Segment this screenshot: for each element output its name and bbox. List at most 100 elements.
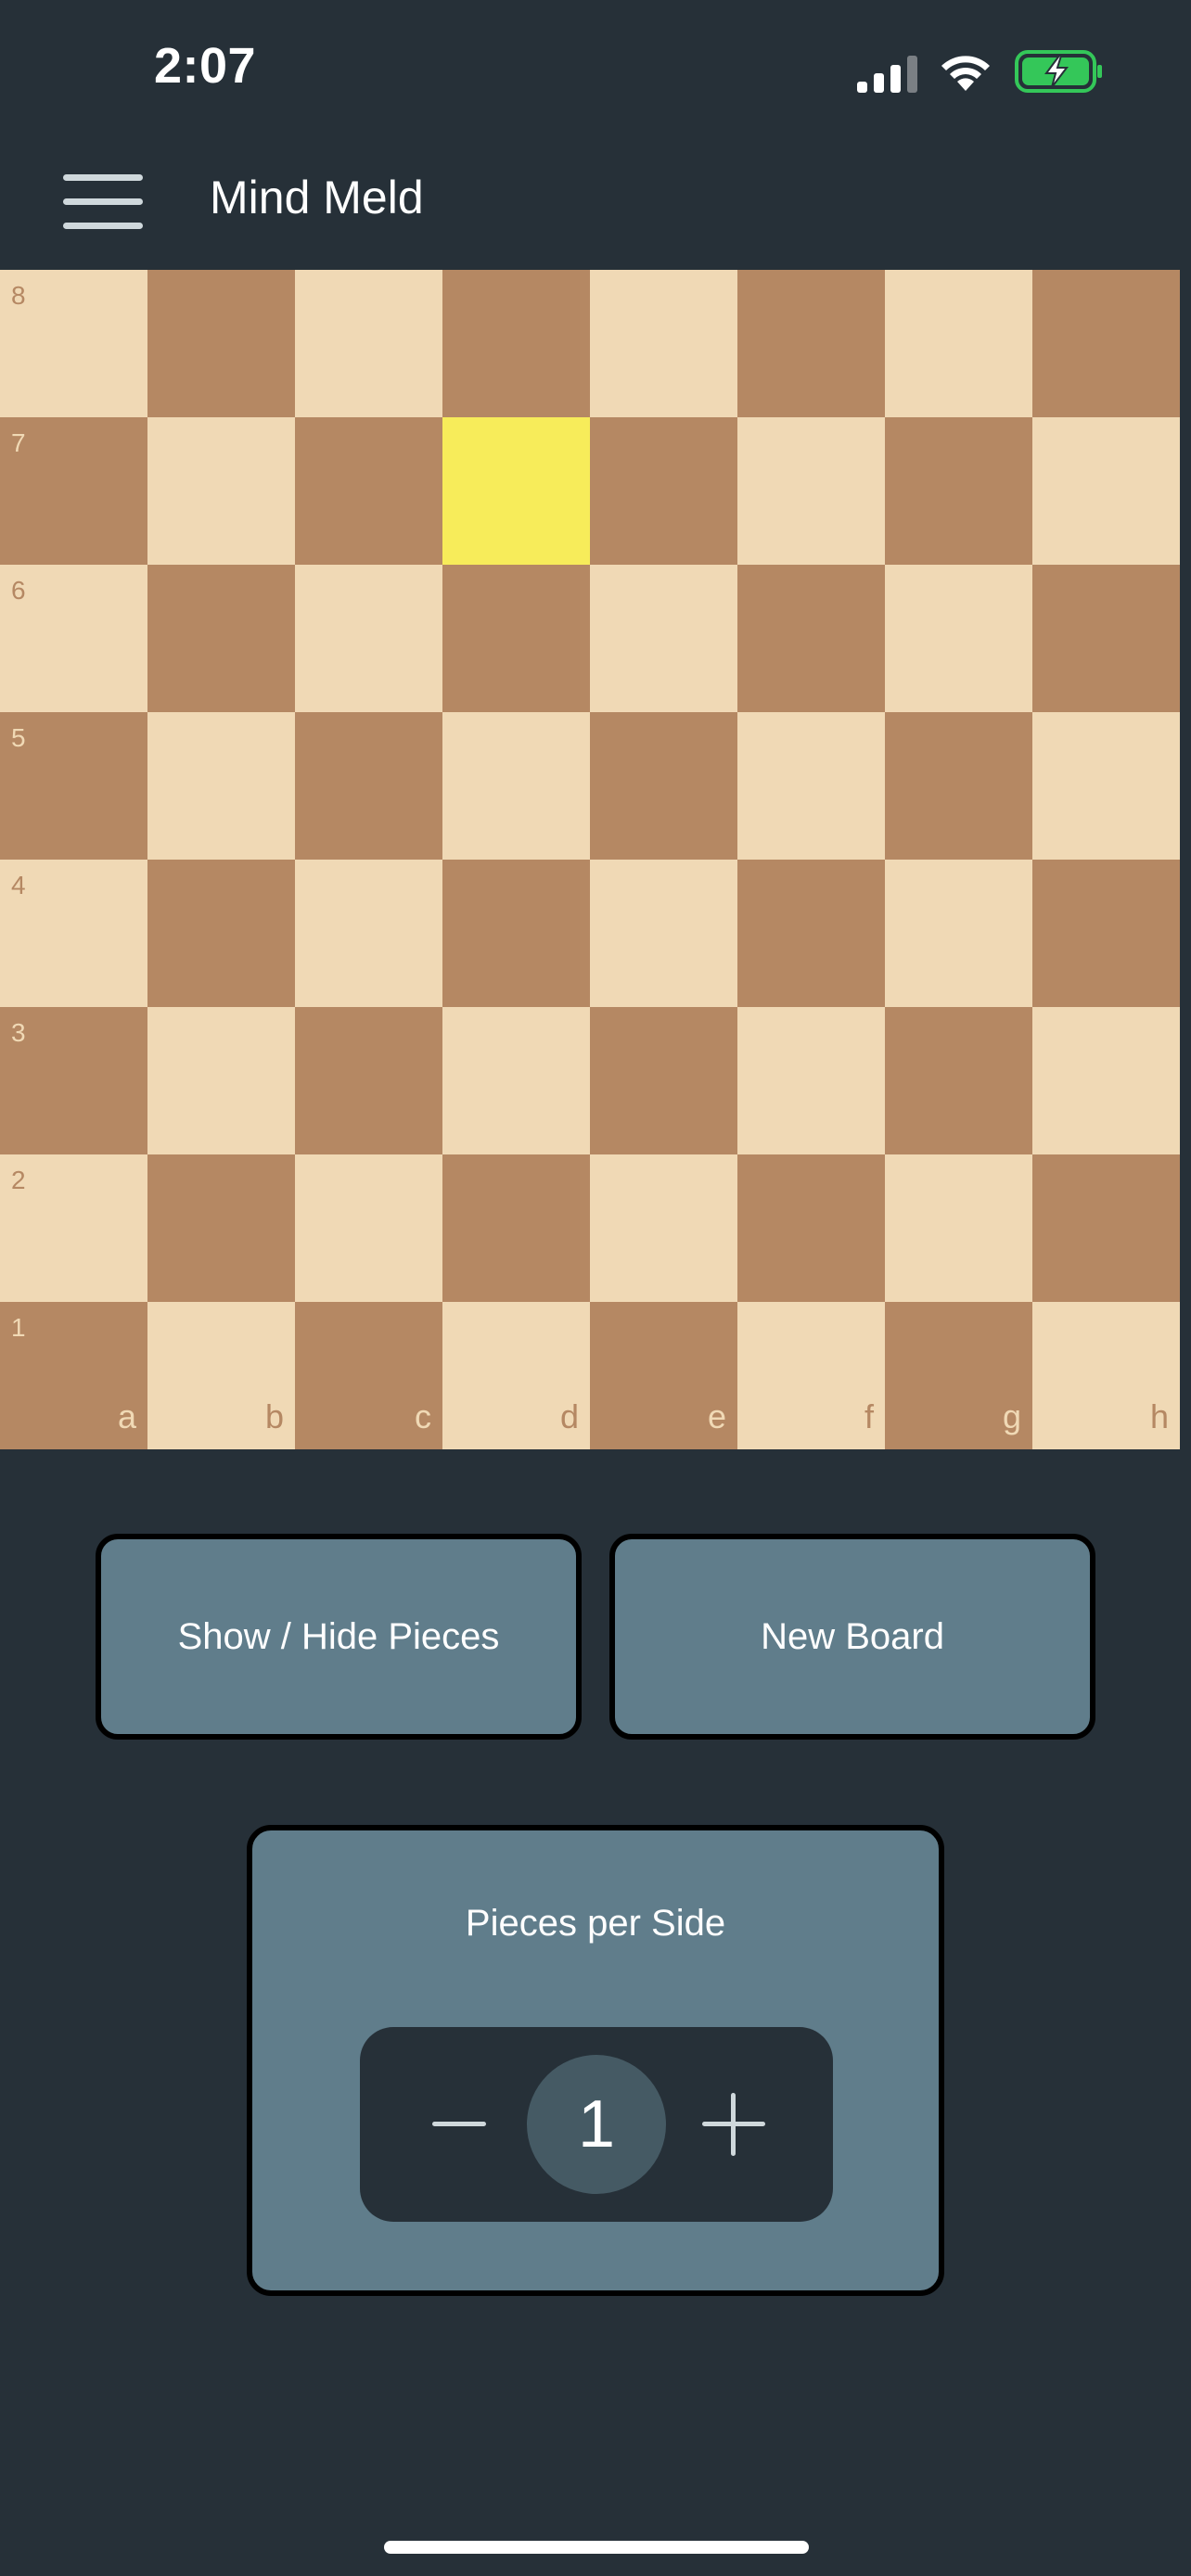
file-label: b (264, 1397, 284, 1435)
square-e1[interactable]: e (590, 1302, 737, 1449)
square-g6[interactable] (885, 565, 1032, 712)
minus-icon[interactable] (417, 2083, 501, 2166)
square-g5[interactable] (885, 712, 1032, 860)
square-h4[interactable] (1032, 860, 1180, 1007)
square-c7[interactable] (295, 417, 442, 565)
square-f6[interactable] (737, 565, 885, 712)
rank-label: 2 (11, 1166, 26, 1194)
square-d6[interactable] (442, 565, 590, 712)
chess-board: 87654321abcdefgh (0, 270, 1180, 1449)
square-b5[interactable] (147, 712, 295, 860)
menu-bar-top (63, 174, 143, 181)
file-label: g (1002, 1397, 1021, 1435)
square-a3[interactable]: 3 (0, 1007, 147, 1154)
new-board-button[interactable]: New Board (609, 1534, 1095, 1740)
home-indicator (384, 2541, 809, 2554)
pieces-count: 1 (527, 2055, 666, 2194)
square-a7[interactable]: 7 (0, 417, 147, 565)
file-label: f (864, 1397, 874, 1435)
status-bar: 2:07 (0, 0, 1191, 139)
square-f5[interactable] (737, 712, 885, 860)
rank-label: 4 (11, 871, 26, 899)
square-b8[interactable] (147, 270, 295, 417)
square-g3[interactable] (885, 1007, 1032, 1154)
square-f2[interactable] (737, 1154, 885, 1302)
square-c8[interactable] (295, 270, 442, 417)
rank-label: 3 (11, 1018, 26, 1047)
file-label: c (415, 1397, 431, 1435)
square-g4[interactable] (885, 860, 1032, 1007)
square-a1[interactable]: 1a (0, 1302, 147, 1449)
hamburger-menu-icon[interactable] (63, 172, 147, 232)
square-d4[interactable] (442, 860, 590, 1007)
square-a2[interactable]: 2 (0, 1154, 147, 1302)
square-a4[interactable]: 4 (0, 860, 147, 1007)
square-c1[interactable]: c (295, 1302, 442, 1449)
square-d7[interactable] (442, 417, 590, 565)
square-d8[interactable] (442, 270, 590, 417)
square-e6[interactable] (590, 565, 737, 712)
square-f3[interactable] (737, 1007, 885, 1154)
menu-bar-middle (63, 198, 143, 205)
square-b2[interactable] (147, 1154, 295, 1302)
square-b3[interactable] (147, 1007, 295, 1154)
square-e5[interactable] (590, 712, 737, 860)
square-e2[interactable] (590, 1154, 737, 1302)
square-f7[interactable] (737, 417, 885, 565)
square-h1[interactable]: h (1032, 1302, 1180, 1449)
square-e8[interactable] (590, 270, 737, 417)
square-f1[interactable]: f (737, 1302, 885, 1449)
battery-charging-icon (1015, 50, 1102, 93)
plus-icon[interactable] (692, 2083, 775, 2166)
square-h8[interactable] (1032, 270, 1180, 417)
square-h7[interactable] (1032, 417, 1180, 565)
square-c6[interactable] (295, 565, 442, 712)
square-f8[interactable] (737, 270, 885, 417)
square-g8[interactable] (885, 270, 1032, 417)
square-h3[interactable] (1032, 1007, 1180, 1154)
square-d1[interactable]: d (442, 1302, 590, 1449)
pieces-per-side-panel: Pieces per Side 1 (247, 1825, 944, 2296)
app-header: Mind Meld (0, 139, 1191, 269)
cellular-signal-icon (857, 56, 917, 93)
file-label: a (117, 1397, 136, 1435)
pieces-stepper: 1 (360, 2027, 833, 2222)
square-c5[interactable] (295, 712, 442, 860)
file-label: h (1149, 1397, 1169, 1435)
rank-label: 6 (11, 576, 26, 605)
square-a6[interactable]: 6 (0, 565, 147, 712)
square-a8[interactable]: 8 (0, 270, 147, 417)
file-label: d (559, 1397, 579, 1435)
pieces-per-side-label: Pieces per Side (465, 1903, 726, 1944)
square-b1[interactable]: b (147, 1302, 295, 1449)
square-h2[interactable] (1032, 1154, 1180, 1302)
status-time: 2:07 (154, 38, 257, 94)
square-d5[interactable] (442, 712, 590, 860)
square-d3[interactable] (442, 1007, 590, 1154)
square-g1[interactable]: g (885, 1302, 1032, 1449)
menu-bar-bottom (63, 223, 143, 229)
square-g7[interactable] (885, 417, 1032, 565)
square-h6[interactable] (1032, 565, 1180, 712)
page-title: Mind Meld (210, 172, 424, 223)
file-label: e (707, 1397, 726, 1435)
square-c4[interactable] (295, 860, 442, 1007)
square-d2[interactable] (442, 1154, 590, 1302)
square-b7[interactable] (147, 417, 295, 565)
square-b4[interactable] (147, 860, 295, 1007)
square-c2[interactable] (295, 1154, 442, 1302)
rank-label: 8 (11, 281, 26, 310)
square-a5[interactable]: 5 (0, 712, 147, 860)
square-c3[interactable] (295, 1007, 442, 1154)
show-hide-pieces-button[interactable]: Show / Hide Pieces (96, 1534, 582, 1740)
square-h5[interactable] (1032, 712, 1180, 860)
square-e7[interactable] (590, 417, 737, 565)
wifi-icon (941, 56, 990, 91)
square-f4[interactable] (737, 860, 885, 1007)
square-g2[interactable] (885, 1154, 1032, 1302)
rank-label: 7 (11, 428, 26, 457)
square-e4[interactable] (590, 860, 737, 1007)
square-b6[interactable] (147, 565, 295, 712)
square-e3[interactable] (590, 1007, 737, 1154)
rank-label: 1 (11, 1313, 26, 1342)
